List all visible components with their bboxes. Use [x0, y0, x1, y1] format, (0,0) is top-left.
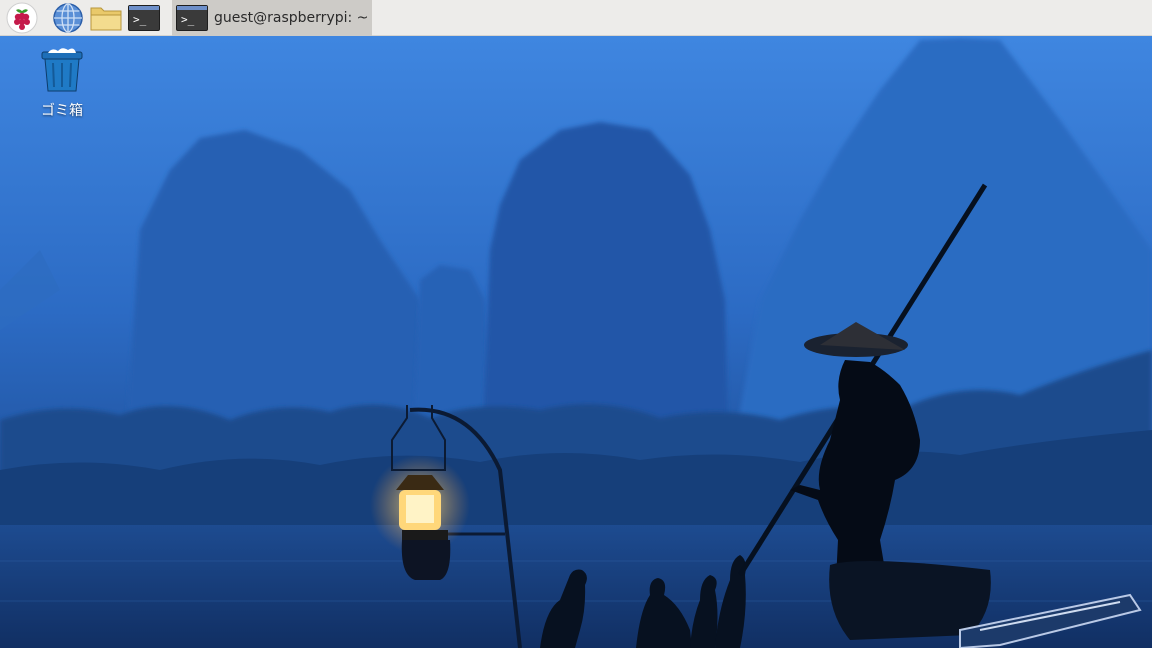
taskbar-window-terminal[interactable]: >_ guest@raspberrypi: ~ — [172, 0, 372, 36]
trash-desktop-icon[interactable]: ゴミ箱 — [30, 44, 94, 120]
raspberry-menu-icon — [6, 2, 38, 34]
terminal-window-icon: >_ — [176, 5, 208, 31]
window-title: guest@raspberrypi: ~ — [214, 10, 369, 26]
trash-label: ゴミ箱 — [41, 103, 83, 119]
menu-button[interactable] — [5, 2, 39, 34]
web-browser-button[interactable] — [51, 2, 85, 34]
web-browser-icon — [53, 3, 83, 33]
terminal-icon: >_ — [128, 5, 160, 31]
folder-icon — [90, 7, 122, 31]
taskbar: >_ >_ guest@raspberrypi: ~ — [0, 0, 1152, 36]
terminal-launcher-button[interactable]: >_ — [127, 2, 161, 34]
file-manager-button[interactable] — [89, 2, 123, 34]
wallpaper — [0, 36, 1152, 648]
trash-bin-icon — [41, 48, 83, 92]
desktop: ゴミ箱 — [0, 36, 1152, 648]
